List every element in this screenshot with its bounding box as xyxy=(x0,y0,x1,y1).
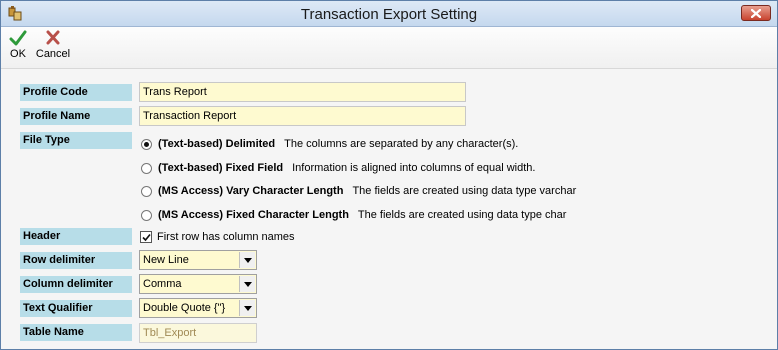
radio-button[interactable] xyxy=(141,138,152,150)
column-delimiter-select[interactable]: Comma xyxy=(139,274,257,294)
file-type-label: File Type xyxy=(20,132,132,149)
checkbox[interactable] xyxy=(140,231,152,243)
close-button[interactable] xyxy=(741,5,771,21)
profile-code-label: Profile Code xyxy=(20,84,132,101)
option-title: (MS Access) Fixed Character Length xyxy=(158,209,349,221)
toolbar: OK Cancel xyxy=(1,27,777,69)
file-type-option-vary-length[interactable]: (MS Access) Vary Character Length The fi… xyxy=(141,183,576,199)
checkmark-icon xyxy=(141,233,151,241)
header-label: Header xyxy=(20,228,132,245)
option-description: The fields are created using data type c… xyxy=(357,209,567,221)
export-setting-window: Transaction Export Setting OK Cancel Pro… xyxy=(0,0,778,350)
profile-code-input[interactable]: Trans Report xyxy=(139,82,466,102)
cancel-label: Cancel xyxy=(35,48,71,60)
first-row-column-names-checkbox[interactable]: First row has column names xyxy=(140,231,295,243)
window-title: Transaction Export Setting xyxy=(300,6,478,23)
dropdown-arrow-icon[interactable] xyxy=(239,300,255,316)
option-title: (Text-based) Delimited xyxy=(158,138,276,150)
file-type-option-fixed-length[interactable]: (MS Access) Fixed Character Length The f… xyxy=(141,207,566,223)
option-description: The fields are created using data type v… xyxy=(352,185,577,197)
dropdown-arrow-icon[interactable] xyxy=(239,252,255,268)
radio-button[interactable] xyxy=(141,209,152,221)
title-bar[interactable]: Transaction Export Setting xyxy=(1,1,777,27)
option-description: The columns are separated by any charact… xyxy=(284,138,519,150)
text-qualifier-select[interactable]: Double Quote {"} xyxy=(139,298,257,318)
table-name-label: Table Name xyxy=(20,324,132,341)
column-delimiter-label: Column delimiter xyxy=(20,276,132,293)
ok-label: OK xyxy=(10,48,26,60)
profile-name-label: Profile Name xyxy=(20,108,132,125)
export-form: Profile Code Trans Report Profile Name T… xyxy=(1,70,777,349)
ok-button[interactable]: OK xyxy=(7,29,29,60)
radio-button[interactable] xyxy=(141,162,152,174)
file-type-option-delimited[interactable]: (Text-based) Delimited The columns are s… xyxy=(141,136,518,152)
table-name-input[interactable]: Tbl_Export xyxy=(139,323,257,343)
radio-button[interactable] xyxy=(141,185,152,197)
text-qualifier-label: Text Qualifier xyxy=(20,300,132,317)
dropdown-arrow-icon[interactable] xyxy=(239,276,255,292)
option-title: (Text-based) Fixed Field xyxy=(158,162,284,174)
close-icon xyxy=(751,8,761,18)
selected-value: Double Quote {"} xyxy=(143,302,226,314)
checkbox-label: First row has column names xyxy=(157,231,295,243)
option-description: Information is aligned into columns of e… xyxy=(292,162,536,174)
profile-name-input[interactable]: Transaction Report xyxy=(139,106,466,126)
cancel-button[interactable]: Cancel xyxy=(33,29,73,60)
file-type-option-fixed-field[interactable]: (Text-based) Fixed Field Information is … xyxy=(141,160,535,176)
selected-value: New Line xyxy=(143,254,189,266)
checkmark-icon xyxy=(9,30,27,46)
cancel-x-icon xyxy=(46,30,60,45)
row-delimiter-label: Row delimiter xyxy=(20,252,132,269)
selected-value: Comma xyxy=(143,278,182,290)
option-title: (MS Access) Vary Character Length xyxy=(158,185,344,197)
row-delimiter-select[interactable]: New Line xyxy=(139,250,257,270)
